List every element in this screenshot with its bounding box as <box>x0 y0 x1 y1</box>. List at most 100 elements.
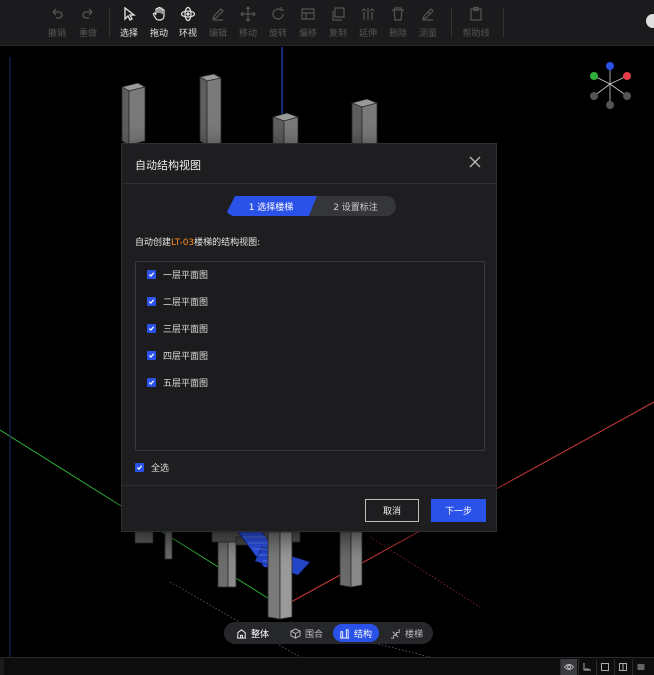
column-1 <box>120 82 147 146</box>
main-toolbar: 撤销 重做 选择 拖动 环视 编辑 移动 旋转 偏移 复制 延伸 删除 测量 帮… <box>0 0 654 46</box>
checkbox[interactable] <box>135 462 144 472</box>
mode-whole[interactable]: 整体 <box>236 624 269 642</box>
select-all-label: 全选 <box>151 463 170 474</box>
step-set-annotation[interactable]: 2 设置标注 <box>309 196 396 216</box>
mode-structure-label: 结构 <box>354 629 373 640</box>
rotate-icon <box>272 7 284 20</box>
select-all-checkbox[interactable]: 全选 <box>135 460 169 474</box>
dialog-prompt: 自动创建LT-03楼梯的结构视图: <box>135 235 260 248</box>
profile-orb-icon[interactable] <box>646 14 654 28</box>
checkbox[interactable] <box>147 296 156 306</box>
orbit-tool-button[interactable]: 环视 <box>174 4 202 42</box>
panel-toggle[interactable] <box>614 659 631 675</box>
frame-toggle[interactable] <box>596 659 613 675</box>
copy-tool-button[interactable]: 复制 <box>324 4 352 42</box>
lower-column-main <box>267 531 293 620</box>
move-label: 移动 <box>238 29 257 39</box>
building-icon <box>236 628 247 639</box>
list-item[interactable]: 一层平面图 <box>147 267 208 281</box>
redo-icon <box>82 8 93 19</box>
helpline-label: 帮助线 <box>462 29 490 39</box>
view-mode-bar: 整体 围合 结构 楼梯 <box>224 622 433 644</box>
select-tool-button[interactable]: 选择 <box>115 4 143 42</box>
offset-label: 偏移 <box>298 29 317 39</box>
dialog-footer-divider <box>122 485 496 486</box>
list-item-label: 一层平面图 <box>163 270 209 281</box>
mode-stairs-label: 楼梯 <box>405 629 424 640</box>
checkbox[interactable] <box>147 377 156 387</box>
mode-stairs[interactable]: 楼梯 <box>390 624 423 642</box>
trash-icon <box>392 7 404 21</box>
axis-icon <box>583 663 591 671</box>
cursor-icon <box>124 6 136 21</box>
redo-button[interactable]: 重做 <box>74 4 102 42</box>
dialog-divider <box>122 183 496 184</box>
rotate-label: 旋转 <box>268 29 287 39</box>
list-item[interactable]: 五层平面图 <box>147 375 208 389</box>
close-button[interactable] <box>468 155 482 169</box>
gizmo-y-axis-icon <box>590 72 598 80</box>
check-icon <box>148 325 155 331</box>
offset-tool-button[interactable]: 偏移 <box>294 4 322 42</box>
check-icon <box>136 464 143 470</box>
helpline-tool-button[interactable]: 帮助线 <box>462 4 490 42</box>
drag-tool-button[interactable]: 拖动 <box>145 4 173 42</box>
measure-label: 测量 <box>418 29 437 39</box>
layers-icon <box>637 664 645 670</box>
list-item-label: 二层平面图 <box>163 297 209 308</box>
stairs-icon <box>390 628 401 639</box>
next-step-button[interactable]: 下一步 <box>431 499 486 522</box>
axis-toggle[interactable] <box>578 659 595 675</box>
step-indicator: 1 选择楼梯 2 设置标注 <box>225 196 396 216</box>
step-select-stairs[interactable]: 1 选择楼梯 <box>225 196 317 216</box>
check-icon <box>148 352 155 358</box>
column-4 <box>350 98 379 146</box>
select-label: 选择 <box>119 29 138 39</box>
checkbox[interactable] <box>147 269 156 279</box>
list-item[interactable]: 三层平面图 <box>147 321 208 335</box>
column-3 <box>271 112 300 146</box>
lower-column-left <box>134 531 173 560</box>
list-item[interactable]: 四层平面图 <box>147 348 208 362</box>
extend-tool-button[interactable]: 延伸 <box>354 4 382 42</box>
mode-enclose[interactable]: 围合 <box>290 624 323 642</box>
move-icon <box>240 6 256 22</box>
list-item-label: 五层平面图 <box>163 378 209 389</box>
stair-id-highlight: LT-03 <box>171 238 195 248</box>
undo-label: 撤销 <box>47 29 66 39</box>
floor-plan-list: 一层平面图 二层平面图 三层平面图 四层平面图 五层平面图 <box>135 261 485 451</box>
prompt-prefix: 自动创建 <box>135 238 172 248</box>
copy-label: 复制 <box>328 29 347 39</box>
visibility-toggle[interactable] <box>560 659 577 675</box>
layers-toggle[interactable] <box>632 659 649 675</box>
panel-icon <box>619 663 627 671</box>
extend-icon <box>361 8 375 20</box>
mode-structure[interactable]: 结构 <box>333 624 380 642</box>
edit-tool-button[interactable]: 编辑 <box>204 4 232 42</box>
prompt-suffix: 楼梯的结构视图: <box>194 238 261 248</box>
offset-icon <box>301 8 315 20</box>
check-icon <box>148 271 155 277</box>
close-icon <box>469 156 481 168</box>
measure-tool-button[interactable]: 测量 <box>414 4 442 42</box>
view-gizmo[interactable] <box>587 61 637 113</box>
edit-label: 编辑 <box>208 29 227 39</box>
list-item-label: 三层平面图 <box>163 324 209 335</box>
list-item[interactable]: 二层平面图 <box>147 294 208 308</box>
undo-button[interactable]: 撤销 <box>43 4 71 42</box>
hand-icon <box>152 6 165 21</box>
check-icon <box>148 379 155 385</box>
orbit-label: 环视 <box>178 29 197 39</box>
list-item-label: 四层平面图 <box>163 351 209 362</box>
checkbox[interactable] <box>147 350 156 360</box>
delete-tool-button[interactable]: 删除 <box>384 4 412 42</box>
move-tool-button[interactable]: 移动 <box>234 4 262 42</box>
cancel-button[interactable]: 取消 <box>365 499 419 522</box>
column-2 <box>198 73 223 146</box>
checkbox[interactable] <box>147 323 156 333</box>
rotate-tool-button[interactable]: 旋转 <box>264 4 292 42</box>
gizmo-x-axis-icon <box>623 72 631 80</box>
lower-column-right <box>339 531 363 588</box>
copy-icon <box>332 7 345 21</box>
mode-enclose-label: 围合 <box>305 629 324 640</box>
